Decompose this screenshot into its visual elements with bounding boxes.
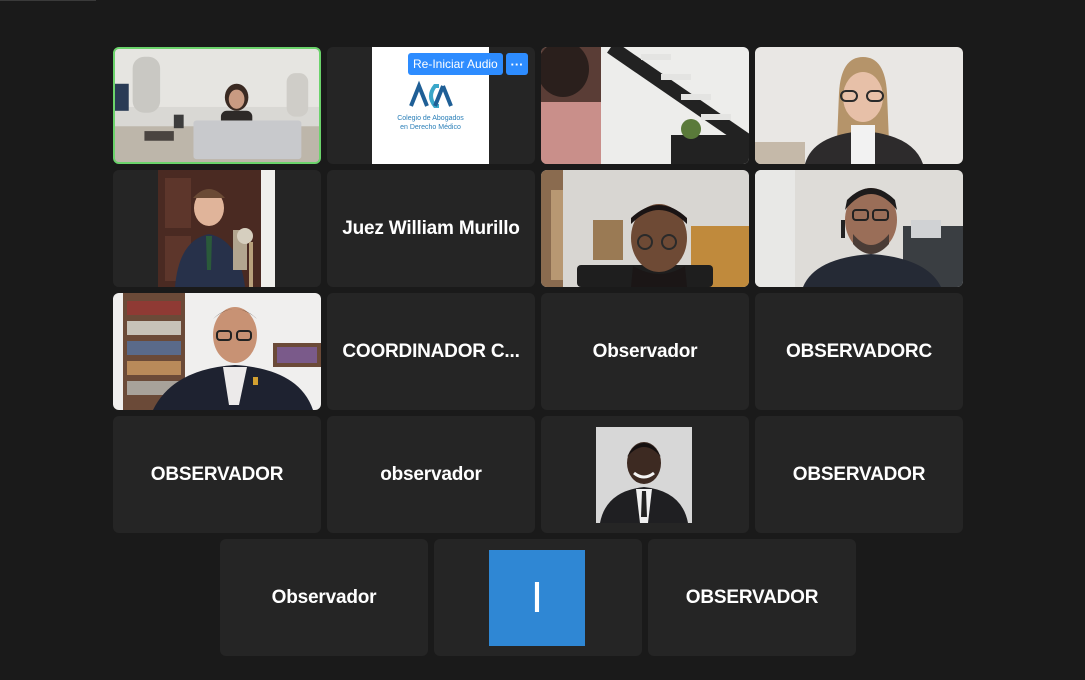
participant-tile-name[interactable]: Observador — [220, 539, 428, 656]
participant-tile-video-3[interactable] — [541, 47, 749, 164]
participant-video — [113, 293, 321, 410]
participant-tile-name[interactable]: observador — [327, 416, 535, 533]
participant-name: observador — [380, 463, 482, 485]
restart-audio-button[interactable]: Re-Iniciar Audio — [408, 53, 503, 75]
participant-name: COORDINADOR C... — [342, 340, 520, 362]
participant-video — [755, 47, 963, 164]
participant-name: OBSERVADOR — [150, 463, 284, 485]
logo-text-line-2: en Derecho Médico — [400, 123, 461, 131]
profile-photo — [596, 427, 692, 523]
participant-tile-video-9[interactable] — [113, 293, 321, 410]
participant-tile-initial[interactable]: I — [434, 539, 642, 656]
participant-tile-name[interactable]: Observador — [541, 293, 749, 410]
participant-tile-video-7[interactable] — [541, 170, 749, 287]
participant-tile-name[interactable]: OBSERVADOR — [113, 416, 321, 533]
participant-tile-profile-photo[interactable] — [541, 416, 749, 533]
logo-mark-icon — [408, 80, 453, 108]
participant-tile-name[interactable]: OBSERVADOR — [648, 539, 856, 656]
window-top-line — [0, 0, 96, 1]
participant-video — [541, 47, 749, 164]
participant-video — [755, 170, 963, 287]
participant-name: Juez William Murillo — [342, 217, 520, 239]
participant-tile-name[interactable]: OBSERVADOR — [755, 416, 963, 533]
participant-tile-name[interactable]: Juez William Murillo — [327, 170, 535, 287]
participant-video — [113, 170, 321, 287]
participant-tile-logo[interactable]: Colegio de Abogados en Derecho Médico Re… — [327, 47, 535, 164]
participant-name: OBSERVADORC — [786, 340, 932, 362]
participant-tile-name[interactable]: OBSERVADORC — [755, 293, 963, 410]
participant-initial-avatar: I — [489, 550, 585, 646]
logo-text-line-1: Colegio de Abogados — [397, 114, 464, 122]
participant-name: OBSERVADOR — [792, 463, 926, 485]
more-options-button[interactable]: ··· — [506, 53, 528, 75]
participant-tile-video-1-active-speaker[interactable] — [113, 47, 321, 164]
participant-tile-video-5[interactable] — [113, 170, 321, 287]
participant-tile-video-8[interactable] — [755, 170, 963, 287]
participant-video — [541, 170, 749, 287]
participant-name: OBSERVADOR — [685, 586, 819, 608]
participant-name: Observador — [592, 340, 698, 362]
participant-name: Observador — [271, 586, 377, 608]
participant-video — [115, 49, 319, 162]
participant-tile-name[interactable]: COORDINADOR C... — [327, 293, 535, 410]
participant-tile-video-4[interactable] — [755, 47, 963, 164]
